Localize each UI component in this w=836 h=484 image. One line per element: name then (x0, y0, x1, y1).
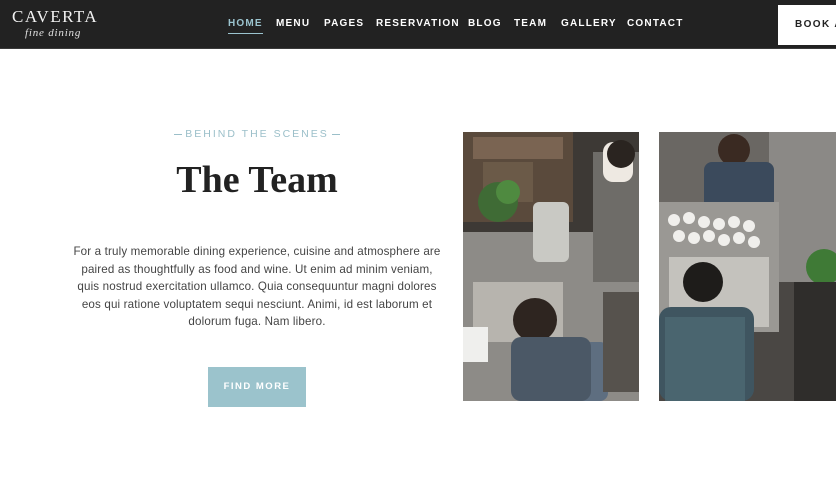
logo-tagline: fine dining (25, 27, 82, 39)
nav-item-blog[interactable]: BLOG (468, 18, 502, 34)
barista-counter-illustration (463, 132, 639, 401)
section-title: The Team (176, 159, 338, 201)
nav-item-home[interactable]: HOME (228, 18, 263, 34)
team-photo-espresso-bar (659, 132, 836, 401)
find-more-button[interactable]: FIND MORE (208, 367, 306, 407)
eyebrow-dash-left (174, 133, 183, 135)
site-logo[interactable]: CAVERTA fine dining (12, 7, 122, 43)
eyebrow-text: BEHIND THE SCENES (185, 128, 329, 140)
nav-item-team[interactable]: TEAM (514, 18, 547, 34)
site-header: CAVERTA fine dining HOME MENU PAGES RESE… (0, 0, 836, 49)
nav-item-contact[interactable]: CONTACT (627, 18, 684, 34)
active-underline (228, 33, 263, 34)
espresso-bar-illustration (659, 132, 836, 401)
nav-item-gallery[interactable]: GALLERY (561, 18, 617, 34)
eyebrow-dash-right (331, 133, 340, 135)
logo-name: CAVERTA (12, 7, 99, 26)
nav-item-label: HOME (228, 18, 263, 29)
nav-item-menu[interactable]: MENU (276, 18, 310, 34)
section-eyebrow: BEHIND THE SCENES (70, 128, 444, 140)
nav-item-reservation[interactable]: RESERVATION (376, 18, 460, 34)
book-button[interactable]: BOOK A (778, 5, 836, 45)
section-description: For a truly memorable dining experience,… (73, 245, 441, 329)
team-photo-barista-counter (463, 132, 639, 401)
nav-item-pages[interactable]: PAGES (324, 18, 364, 34)
